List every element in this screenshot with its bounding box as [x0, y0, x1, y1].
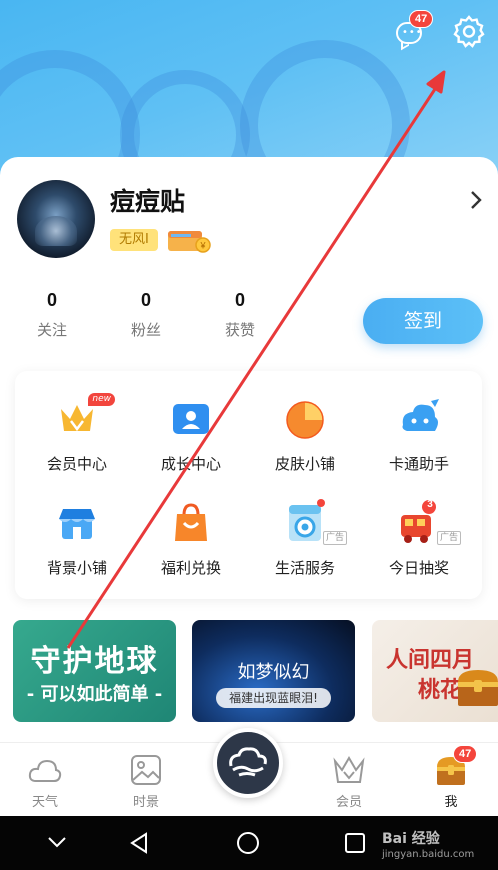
stat-label: 关注 [36, 321, 67, 339]
lottery-count: 3 [427, 499, 433, 510]
center-home-button[interactable] [213, 728, 283, 798]
svg-text:¥: ¥ [199, 241, 206, 251]
stat-following[interactable]: 0 关注 [22, 290, 82, 340]
auspicious-cloud-icon [229, 747, 267, 777]
banner-peach-blossom[interactable]: 人间四月 桃花 [372, 620, 498, 722]
stat-label: 粉丝 [130, 321, 161, 339]
grid-item-member-center[interactable]: new 会员中心 [27, 393, 127, 474]
banner-blue-tears[interactable]: 如梦似幻 福建出现蓝眼泪! [192, 620, 355, 722]
username: 痘痘贴 [110, 187, 186, 216]
growth-card-icon [173, 404, 209, 434]
cloud-icon [28, 759, 62, 782]
grid-item-life-service[interactable]: 广告 生活服务 [255, 499, 355, 578]
feature-grid: new 会员中心 成长中心 皮肤小铺 卡通助手 背景小铺 福利兑换 广告 生活服… [15, 371, 482, 599]
grid-item-label: 今日抽奖 [388, 559, 449, 577]
watermark-url: jingyan.baidu.com [382, 849, 475, 860]
background-shop-icon [59, 509, 95, 539]
skin-shop-icon [286, 401, 324, 439]
banner-protect-earth[interactable]: 守护地球 - 可以如此简单 - [13, 620, 176, 722]
washing-machine-icon [289, 499, 325, 541]
stat-likes[interactable]: 0 获赞 [210, 290, 270, 340]
cartoon-assistant-icon [402, 399, 439, 431]
photo-icon [131, 755, 161, 785]
grid-item-welfare-exchange[interactable]: 福利兑换 [141, 499, 241, 578]
stat-value: 0 [140, 290, 151, 310]
grid-item-skin-shop[interactable]: 皮肤小铺 [255, 395, 355, 474]
grid-item-label: 会员中心 [46, 455, 107, 473]
chevron-down-icon[interactable] [46, 834, 68, 850]
grid-item-label: 皮肤小铺 [274, 455, 335, 473]
banner-title: 如梦似幻 [237, 662, 310, 683]
checkin-button[interactable]: 签到 [363, 298, 483, 344]
stat-value: 0 [46, 290, 57, 310]
tab-label: 天气 [31, 795, 58, 810]
back-icon[interactable] [128, 831, 150, 855]
wallet-icon[interactable]: ¥ [167, 228, 211, 254]
tab-scenery[interactable]: 时景 [111, 753, 181, 810]
tab-member[interactable]: 会员 [314, 753, 384, 810]
me-badge: 47 [453, 745, 478, 763]
grid-item-label: 福利兑换 [160, 559, 221, 577]
ad-tag: 广告 [436, 531, 461, 545]
grid-item-label: 背景小铺 [46, 559, 107, 577]
grid-item-label: 卡通助手 [388, 455, 449, 473]
grid-item-daily-lottery[interactable]: 3 广告 今日抽奖 [369, 499, 469, 578]
stat-value: 0 [234, 290, 245, 310]
tab-me[interactable]: 47 我 [416, 745, 486, 810]
watermark-text: Bai 经验 [382, 831, 440, 847]
grid-item-background-shop[interactable]: 背景小铺 [27, 499, 127, 578]
grid-item-label: 成长中心 [160, 455, 221, 473]
ad-tag: 广告 [322, 531, 347, 545]
tab-label: 会员 [335, 795, 362, 810]
recents-square-icon[interactable] [344, 832, 366, 854]
new-tag: new [88, 393, 115, 406]
banner-subtitle: - 可以如此简单 - [26, 684, 163, 705]
grid-item-cartoon-assistant[interactable]: 卡通助手 [369, 395, 469, 474]
gift-bag-icon [175, 503, 207, 541]
tab-label: 时景 [132, 795, 159, 810]
message-count-badge: 47 [409, 10, 434, 28]
tab-weather[interactable]: 天气 [10, 753, 80, 810]
grid-item-growth-center[interactable]: 成长中心 [141, 395, 241, 474]
home-circle-icon[interactable] [236, 831, 260, 855]
chevron-right-icon[interactable] [468, 190, 484, 210]
gear-icon [453, 15, 485, 48]
settings-button[interactable] [452, 14, 486, 48]
avatar[interactable] [17, 180, 95, 258]
crown-outline-icon [333, 756, 365, 783]
stat-fans[interactable]: 0 粉丝 [116, 290, 176, 340]
banner-subtitle: 福建出现蓝眼泪! [216, 688, 331, 708]
banner-title: 守护地球 [30, 644, 159, 679]
level-tag[interactable]: 无风I [110, 229, 158, 251]
grid-item-label: 生活服务 [274, 559, 335, 577]
stat-label: 获赞 [224, 321, 255, 339]
messages-button[interactable]: ••• 47 [393, 10, 434, 50]
tab-label: 我 [444, 795, 458, 810]
treasure-chest-icon [458, 670, 498, 706]
